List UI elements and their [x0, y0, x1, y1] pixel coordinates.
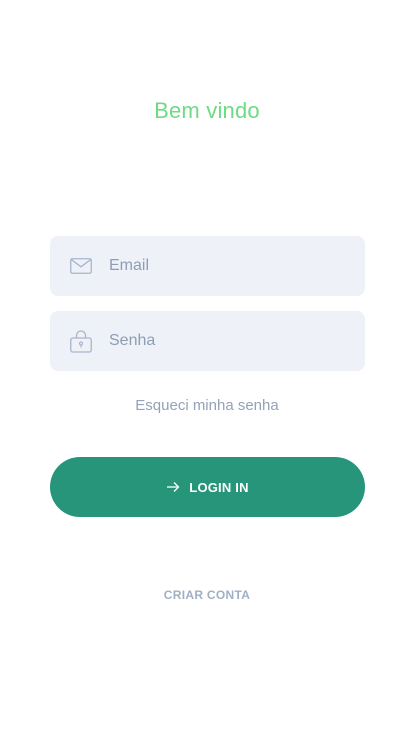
- welcome-title: Bem vindo: [154, 98, 260, 123]
- password-input[interactable]: [109, 311, 349, 371]
- arrow-right-icon: [166, 480, 180, 494]
- login-screen: Bem vindo Esqueci minha senha: [0, 0, 414, 736]
- login-button[interactable]: LOGIN IN: [50, 457, 365, 517]
- password-field[interactable]: [50, 311, 365, 371]
- email-field[interactable]: [50, 236, 365, 296]
- forgot-password-link[interactable]: Esqueci minha senha: [0, 396, 414, 416]
- email-input[interactable]: [109, 236, 349, 296]
- envelope-icon: [69, 254, 93, 278]
- login-button-label: LOGIN IN: [189, 479, 249, 495]
- lock-icon: [69, 329, 93, 353]
- create-account-link[interactable]: CRIAR CONTA: [0, 586, 414, 604]
